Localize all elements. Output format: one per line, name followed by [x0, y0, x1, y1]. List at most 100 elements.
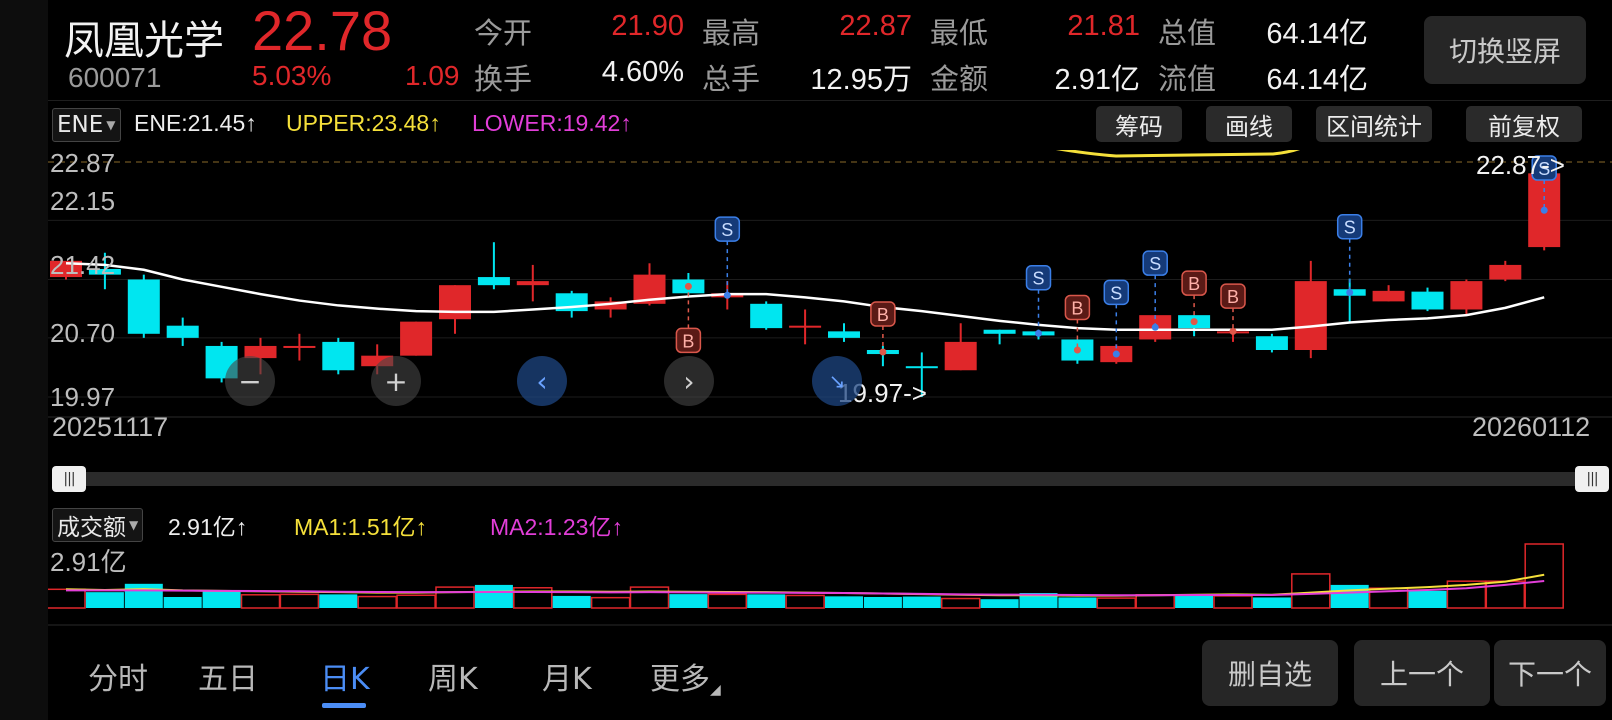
end-date: 20260112 — [1472, 412, 1591, 442]
quote-label-float-cap: 流值 — [1158, 62, 1217, 96]
tab-more-label: 更多 — [650, 662, 710, 697]
volume-indicator-select[interactable]: 成交额 ▼ — [52, 508, 144, 542]
quote-label-total-lots: 总手 — [702, 62, 761, 96]
candle-body — [789, 325, 822, 328]
scroll-left-button[interactable]: ‹ — [517, 356, 567, 406]
tab-intraday[interactable]: 分时 — [88, 654, 148, 698]
volume-bar — [48, 588, 86, 609]
previous-stock-button[interactable]: 上一个 — [1354, 640, 1490, 706]
price-axis-label: 22.87 — [50, 148, 116, 178]
volume-bar — [1213, 595, 1253, 609]
volume-bar — [319, 594, 358, 608]
tab-monthly-k[interactable]: 月K — [542, 654, 592, 698]
lower-value: LOWER:19.42↑ — [472, 110, 632, 136]
quote-value-total-lots: 12.95万 — [810, 64, 912, 96]
quote-label-high: 最高 — [702, 16, 761, 50]
volume-bar — [1175, 595, 1214, 608]
chips-button[interactable]: 筹码 — [1096, 106, 1182, 142]
range-handle-right[interactable]: ||| — [1575, 466, 1609, 492]
price-axis-label: 22.15 — [50, 186, 116, 216]
chevron-left-icon: ‹ — [536, 364, 548, 398]
tab-daily-k[interactable]: 日K — [320, 654, 370, 698]
draw-line-button[interactable]: 画线 — [1206, 106, 1292, 142]
upper-band-line — [1055, 150, 1301, 158]
ene-value: ENE:21.45↑ — [134, 110, 257, 136]
sell-signal-label: S — [1032, 269, 1044, 289]
volume-bar — [474, 584, 513, 608]
tab-weekly-k[interactable]: 周K — [428, 654, 478, 698]
change-amount: 1.09 — [405, 60, 460, 91]
candle-body — [477, 277, 510, 286]
quote-label-low: 最低 — [930, 16, 989, 50]
volume-ma1: MA1:1.51亿↑ — [294, 514, 427, 540]
candle-body — [905, 366, 938, 369]
volume-bar — [1058, 597, 1097, 608]
volume-bar — [1524, 543, 1564, 609]
minus-icon: − — [238, 364, 262, 398]
volume-bar — [629, 586, 670, 609]
zoom-out-button[interactable]: − — [225, 356, 275, 406]
volume-bar — [940, 597, 981, 609]
candle-body — [983, 329, 1016, 334]
range-handle-left[interactable]: ||| — [52, 466, 86, 492]
signal-dot — [1229, 327, 1237, 335]
candle-body — [127, 279, 160, 334]
tab-more[interactable]: 更多◢ — [650, 654, 721, 698]
indicator-select[interactable]: ENE ▼ — [52, 108, 121, 142]
candle-body — [283, 345, 316, 348]
remove-watchlist-button[interactable]: 删自选 — [1202, 640, 1338, 706]
dropdown-arrow-icon: ▼ — [129, 518, 139, 532]
candle-body — [828, 331, 860, 338]
switch-portrait-button[interactable]: 切换竖屏 — [1424, 16, 1586, 84]
quote-label-amount: 金额 — [930, 62, 989, 96]
signal-dot — [879, 348, 887, 356]
volume-bar — [124, 583, 163, 608]
volume-bar — [552, 595, 591, 608]
candle-body — [1372, 290, 1405, 302]
stock-price: 22.78 — [252, 0, 393, 62]
dropdown-arrow-icon: ▼ — [106, 118, 116, 132]
volume-bar — [202, 590, 241, 608]
volume-bar — [980, 599, 1019, 608]
quote-value-total-cap: 64.14亿 — [1266, 18, 1368, 50]
range-slider-track[interactable] — [52, 472, 1592, 486]
candle-body — [516, 281, 549, 286]
buy-signal-label: B — [1188, 274, 1200, 294]
signal-dot — [1035, 329, 1042, 337]
volume-bar — [435, 586, 475, 609]
candle-body — [1411, 291, 1444, 310]
candle-body — [400, 321, 433, 356]
volume-axis-label: 2.91亿 — [50, 547, 127, 577]
next-stock-button[interactable]: 下一个 — [1494, 640, 1606, 706]
volume-bar — [825, 596, 863, 608]
volume-bar — [396, 594, 436, 609]
candle-body — [1489, 264, 1522, 280]
candle-body — [439, 285, 471, 320]
volume-bar — [707, 593, 748, 609]
range-stats-button[interactable]: 区间统计 — [1316, 106, 1432, 142]
volume-bar — [863, 597, 902, 608]
collapse-button[interactable]: ↘ — [812, 356, 862, 406]
collapse-arrow-icon: ↘ — [828, 369, 846, 393]
quote-label-open: 今开 — [474, 16, 533, 50]
candle-body — [322, 341, 355, 371]
tab-five-day[interactable]: 五日 — [198, 654, 258, 698]
stock-name: 凤凰光学 — [64, 18, 224, 64]
volume-bar — [590, 596, 631, 609]
price-axis-label: 21.42 — [50, 250, 116, 280]
forward-adjust-button[interactable]: 前复权 — [1466, 106, 1582, 142]
sell-signal-label: S — [1110, 283, 1122, 303]
signal-dot — [1112, 350, 1120, 358]
volume-indicator-label: 成交额 — [57, 515, 126, 541]
quote-value-open: 21.90 — [611, 10, 684, 42]
scroll-right-button[interactable]: › — [664, 356, 714, 406]
grip-icon: ||| — [1586, 471, 1598, 487]
indicator-select-label: ENE — [57, 112, 104, 138]
volume-bar — [785, 594, 825, 609]
plus-icon: + — [384, 364, 408, 398]
corner-arrow-icon: ◢ — [710, 682, 721, 698]
volume-bar — [669, 594, 708, 608]
zoom-in-button[interactable]: + — [371, 356, 421, 406]
stock-code: 600071 — [68, 62, 162, 93]
quote-label-turnover: 换手 — [474, 62, 533, 96]
